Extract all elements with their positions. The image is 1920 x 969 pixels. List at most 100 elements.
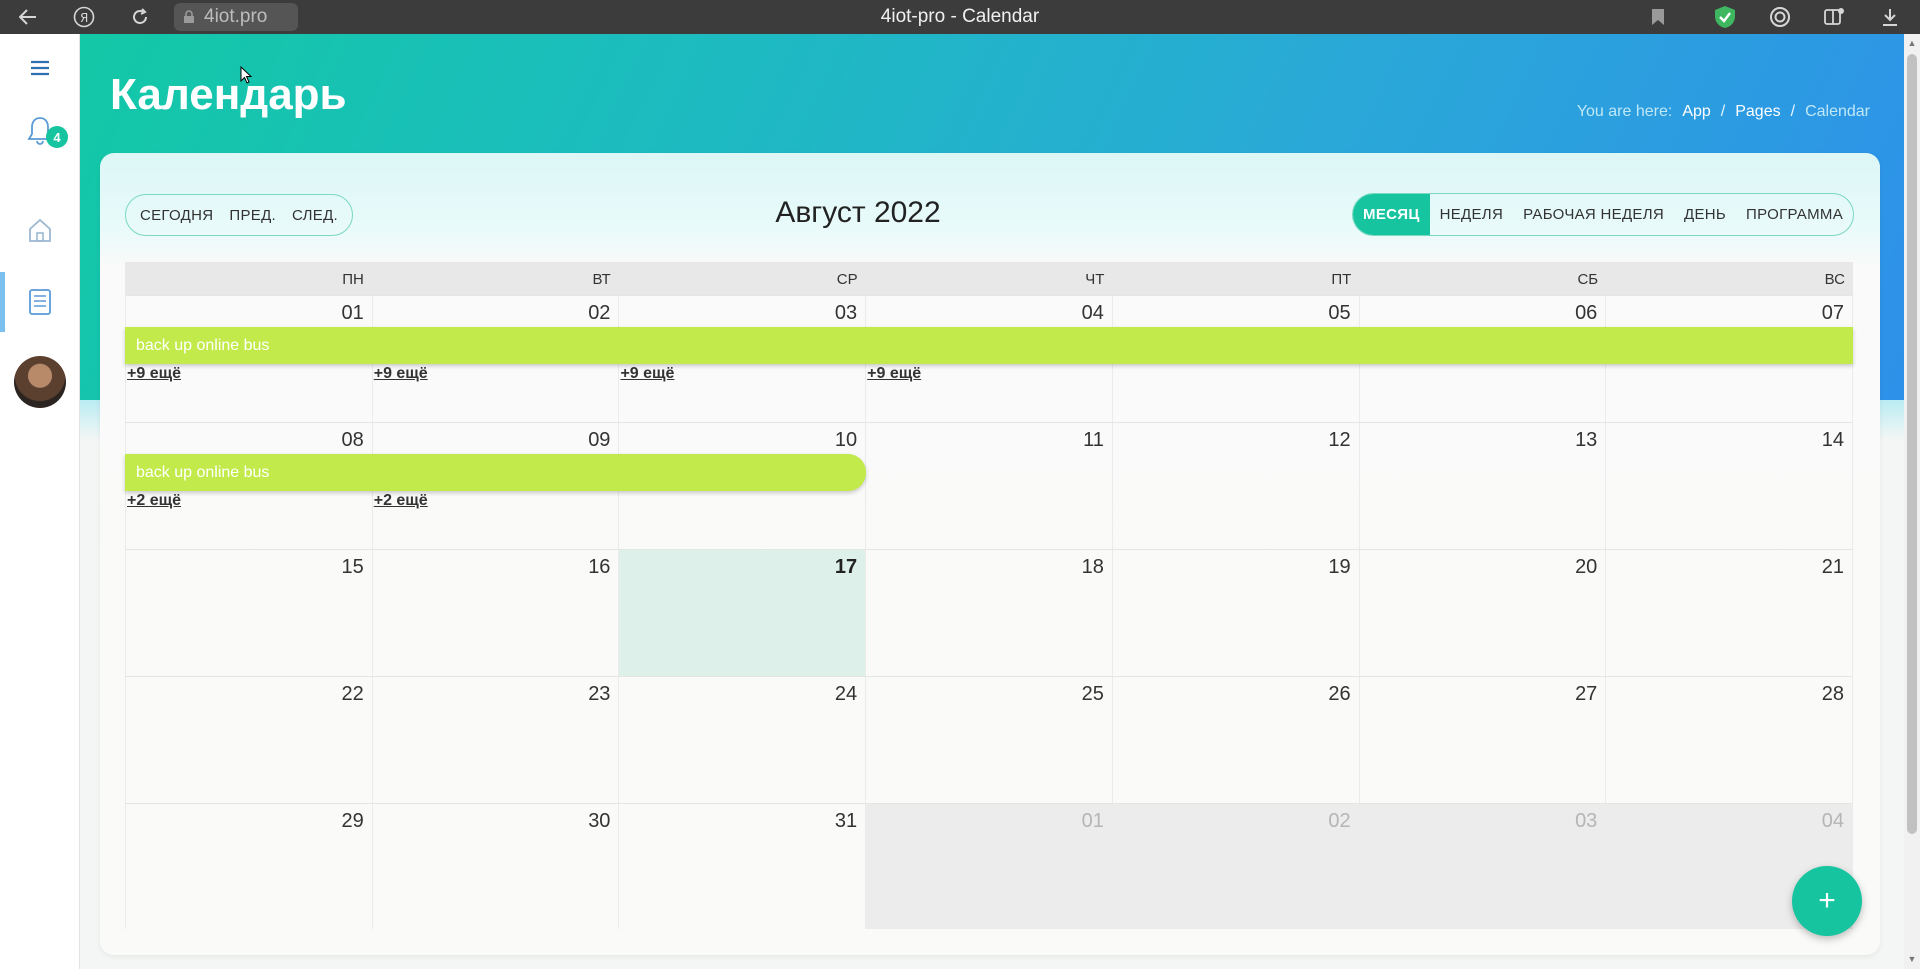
day-cell[interactable]: 29 [125,804,373,929]
day-number: 13 [1575,429,1598,451]
day-number: 03 [1575,810,1598,832]
day-cell[interactable]: 28 [1606,677,1854,803]
sidebar: 4 [0,34,80,969]
notifications-bell-icon[interactable] [0,110,80,150]
show-more-link[interactable]: +9 ещё [620,365,674,383]
day-cell[interactable]: 19 [1113,550,1360,676]
day-number: 23 [588,683,611,705]
day-cell[interactable]: 23 [373,677,620,803]
day-number: 09 [588,429,611,451]
weekday-header: ВТ [592,271,611,288]
day-number: 08 [341,429,364,451]
day-cell[interactable]: 27 [1360,677,1607,803]
breadcrumb-separator: / [1720,103,1726,120]
day-number: 14 [1821,429,1845,451]
day-number: 21 [1821,556,1845,578]
menu-icon[interactable] [0,52,80,84]
notification-badge: 4 [46,126,68,148]
day-cell[interactable]: 22 [125,677,373,803]
calendar-event[interactable]: back up online bus [125,327,1853,364]
adguard-shield-icon[interactable] [1713,5,1737,29]
breadcrumb: You are here: App / Pages / Calendar [1577,103,1870,121]
day-cell[interactable]: 12 [1113,423,1360,549]
page-scrollbar[interactable]: ▲ ▼ [1904,34,1920,969]
page-title: Календарь [110,70,347,119]
day-cell[interactable]: 25 [866,677,1113,803]
day-cell-other-month[interactable]: 03 [1359,804,1607,929]
view-month-button[interactable]: МЕСЯЦ [1353,194,1430,235]
add-event-button[interactable]: + [1792,866,1862,936]
day-cell[interactable]: 14 [1606,423,1854,549]
day-number: 20 [1575,556,1598,578]
view-switcher: МЕСЯЦ НЕДЕЛЯ РАБОЧАЯ НЕДЕЛЯ ДЕНЬ ПРОГРАМ… [1352,193,1854,236]
show-more-link[interactable]: +2 ещё [127,492,181,510]
breadcrumb-item-app[interactable]: App [1682,103,1710,121]
day-number: 15 [341,556,364,578]
day-number: 04 [1081,302,1104,324]
breadcrumb-item-pages[interactable]: Pages [1735,103,1780,121]
scrollbar-thumb[interactable] [1907,54,1917,834]
calendar-event[interactable]: back up online bus [125,454,866,491]
day-cell[interactable]: 16 [373,550,620,676]
day-cell-other-month[interactable]: 02 [1112,804,1360,929]
day-number: 26 [1328,683,1351,705]
day-number: 28 [1821,683,1845,705]
day-cell[interactable]: 21 [1606,550,1854,676]
day-number: 01 [341,302,364,324]
day-number: 29 [341,810,364,832]
day-number: 04 [1821,810,1845,832]
weekday-header: ПН [342,271,364,288]
week-row: 08 +2 ещё 09 +2 ещё 10 11 12 13 14 back up… [125,422,1854,549]
day-number: 10 [834,429,858,451]
scroll-down-icon[interactable]: ▼ [1907,954,1917,964]
day-cell[interactable]: 13 [1360,423,1607,549]
download-icon[interactable] [1878,5,1902,29]
show-more-link[interactable]: +9 ещё [867,365,921,383]
day-cell[interactable]: 31 [619,804,867,929]
day-cell[interactable]: 20 [1360,550,1607,676]
view-week-button[interactable]: НЕДЕЛЯ [1430,194,1513,235]
show-more-link[interactable]: +2 ещё [374,492,428,510]
extension-icon[interactable] [1822,5,1846,29]
week-row: 01 +9 ещё 02 +9 ещё 03 +9 ещё 04 +9 ещё 05 0… [125,295,1854,422]
view-workweek-button[interactable]: РАБОЧАЯ НЕДЕЛЯ [1513,194,1674,235]
bookmark-icon[interactable] [1646,5,1670,29]
day-number: 01 [1081,810,1104,832]
month-grid: ПН ВТ СР ЧТ ПТ СБ ВС 01 +9 ещё 02 +9 ещё 0… [125,262,1854,929]
day-number: 03 [834,302,858,324]
view-day-button[interactable]: ДЕНЬ [1674,194,1736,235]
day-number: 02 [588,302,611,324]
day-number: 02 [1328,810,1351,832]
weekday-header: СБ [1577,271,1599,288]
target-extension-icon[interactable] [1768,5,1792,29]
day-cell[interactable]: 30 [373,804,620,929]
day-number: 12 [1328,429,1351,451]
show-more-link[interactable]: +9 ещё [374,365,428,383]
day-cell[interactable]: 11 [866,423,1113,549]
day-number: 31 [834,810,858,832]
view-agenda-button[interactable]: ПРОГРАММА [1736,194,1853,235]
mouse-cursor-icon [240,66,252,84]
day-number: 06 [1575,302,1598,324]
day-cell[interactable]: 24 [619,677,867,803]
week-row: 15 16 17 18 19 20 21 [125,549,1854,676]
breadcrumb-separator: / [1790,103,1796,120]
day-number: 18 [1081,556,1104,578]
show-more-link[interactable]: +9 ещё [127,365,181,383]
weekday-header: ПТ [1331,271,1352,288]
day-number: 07 [1821,302,1845,324]
pages-icon[interactable] [0,282,80,322]
day-cell[interactable]: 18 [866,550,1113,676]
tab-title: 4iot-pro - Calendar [880,6,1040,27]
day-cell[interactable]: 26 [1113,677,1360,803]
weekday-header: СР [836,271,858,288]
day-number: 05 [1328,302,1351,324]
day-cell-today[interactable]: 17 [619,550,867,676]
scroll-up-icon[interactable]: ▲ [1907,38,1917,48]
week-row: 22 23 24 25 26 27 28 [125,676,1854,803]
day-cell[interactable]: 15 [125,550,373,676]
day-number: 24 [834,683,858,705]
weekday-header-row: ПН ВТ СР ЧТ ПТ СБ ВС [125,262,1853,295]
day-cell-other-month[interactable]: 01 [866,804,1113,929]
user-avatar[interactable] [14,356,66,408]
